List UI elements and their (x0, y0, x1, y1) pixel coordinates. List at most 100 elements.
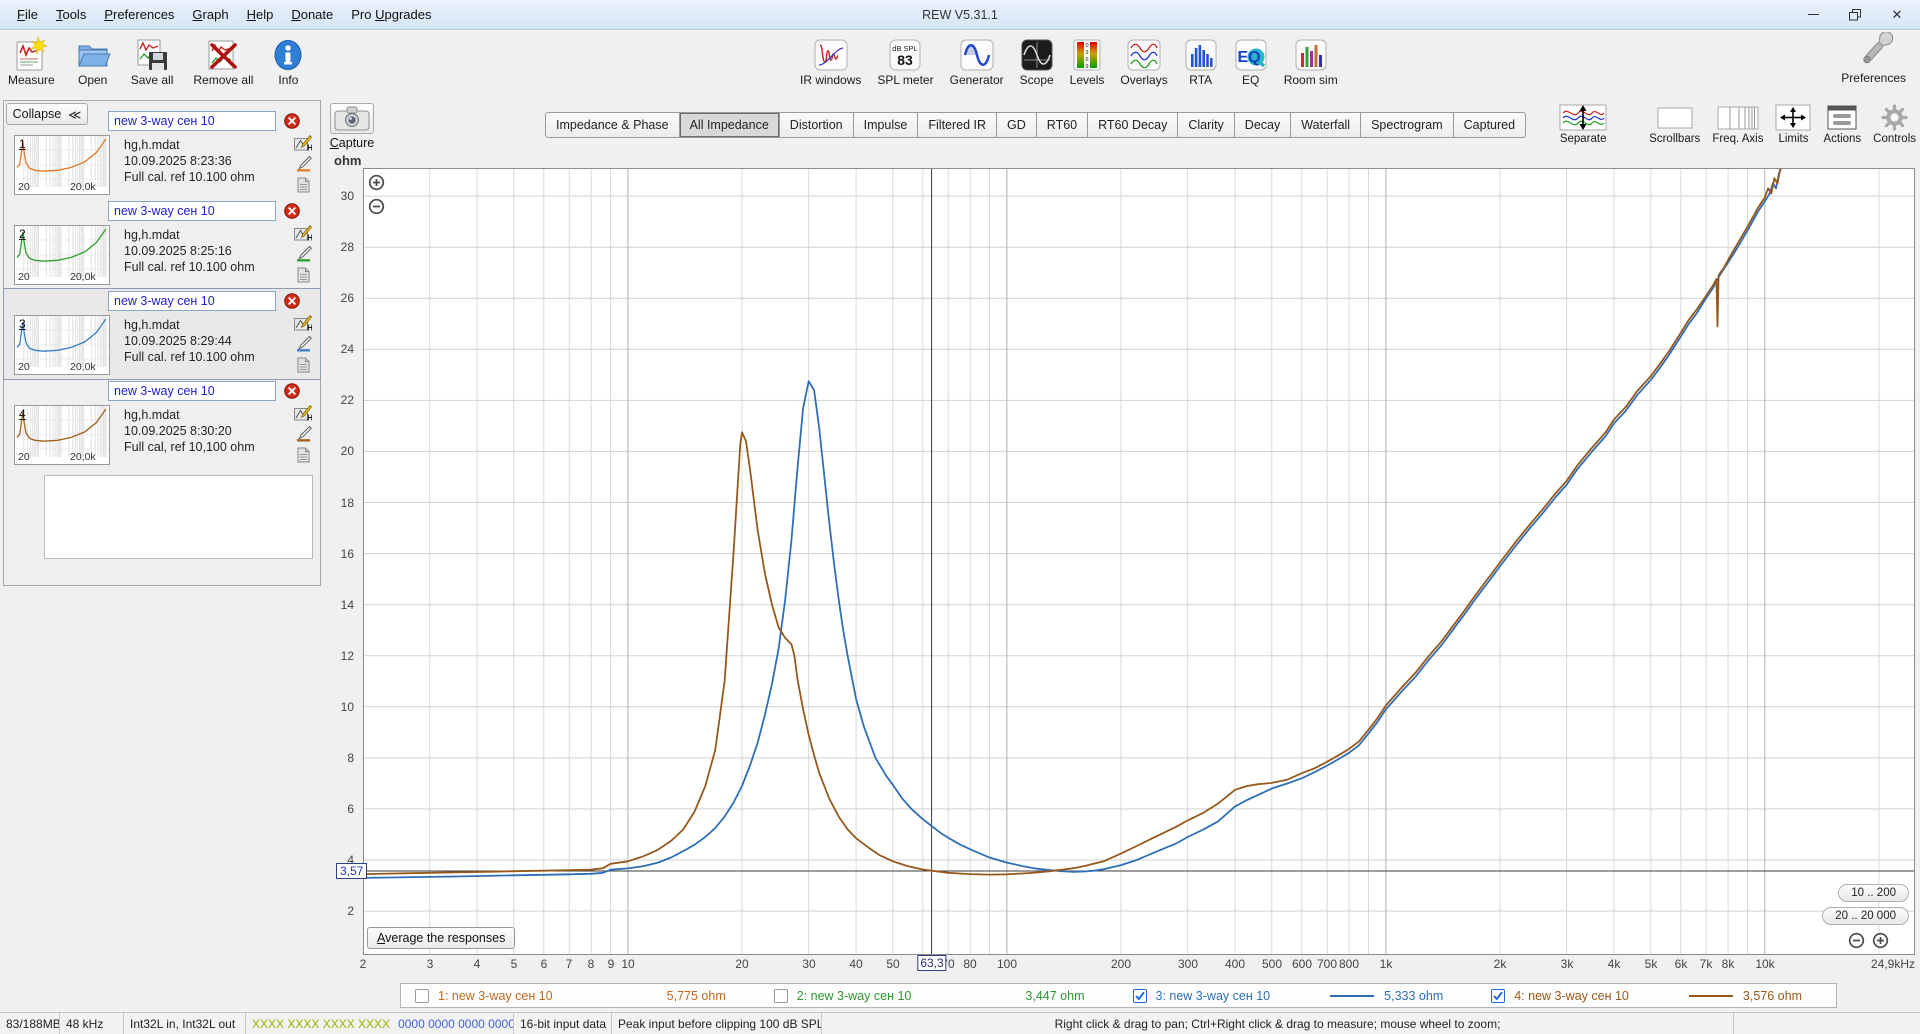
notes-icon[interactable] (296, 447, 311, 463)
x-tick-label: 2 (359, 957, 367, 971)
spl-meter-button[interactable]: dB SPL 83 SPL meter (877, 34, 934, 87)
menu-graph[interactable]: Graph (183, 7, 237, 22)
measurement-cal: Full cal, ref 10,100 ohm (124, 440, 255, 454)
tab-waterfall[interactable]: Waterfall (1291, 112, 1362, 138)
levels-button[interactable]: 0 3 6 9 Levels (1070, 34, 1104, 87)
close-button[interactable]: ✕ (1876, 0, 1918, 29)
measurement-item-3[interactable]: 3 20 20,0k hg,h.mdat 10.09.2025 8:29:44 Full … (3, 288, 321, 380)
minimize-button[interactable] (1792, 0, 1834, 29)
tab-filtered-ir[interactable]: Filtered IR (918, 112, 998, 138)
delete-measurement-button[interactable] (284, 383, 300, 399)
svg-text:0: 0 (1085, 43, 1088, 49)
measurement-file: hg,h.mdat (124, 228, 180, 242)
maximize-button[interactable] (1834, 0, 1876, 29)
tab-distortion[interactable]: Distortion (779, 112, 854, 138)
h-zoom-in-button[interactable] (1872, 932, 1889, 949)
legend-right: 3,447 ohm (1025, 989, 1084, 1003)
trace-settings-icon[interactable]: H (294, 315, 312, 331)
impedance-plot[interactable]: 10 .. 200 20 .. 20 000 Average the respo… (363, 168, 1915, 955)
x-tick-label: 20 (735, 957, 749, 971)
tab-spectrogram[interactable]: Spectrogram (1361, 112, 1454, 138)
measure-button[interactable]: Measure (8, 34, 55, 87)
toolbar-label: Generator (949, 73, 1004, 87)
save-all-button[interactable]: Save all (131, 34, 173, 87)
graph-control-buttons: Separate Scrollbars Freq. Axis Limits Action… (1559, 104, 1916, 145)
menu-file[interactable]: File (8, 7, 47, 22)
measurement-item-2[interactable]: 2 20 20,0k hg,h.mdat 10.09.2025 8:25:16 Full … (4, 199, 320, 289)
tab-clarity[interactable]: Clarity (1178, 112, 1235, 138)
freq-range-button[interactable]: 10 .. 200 (1838, 884, 1909, 902)
rta-button[interactable]: RTA (1184, 34, 1218, 87)
trace-visibility-checkbox[interactable] (773, 988, 788, 1003)
zoom-out-button[interactable] (368, 198, 385, 215)
open-button[interactable]: Open (75, 34, 111, 87)
measurement-name-input[interactable] (108, 291, 276, 311)
trace-color-pen-icon[interactable] (294, 156, 312, 172)
trace-settings-icon[interactable]: H (294, 135, 312, 151)
trace-visibility-checkbox[interactable] (1132, 988, 1147, 1003)
x-tick-label: 7k (1699, 957, 1713, 971)
measurement-item-1[interactable]: 1 20 20,0k hg,h.mdat 10.09.2025 8:23:36 Full … (4, 109, 320, 199)
toolbar-label: Room sim (1283, 73, 1338, 87)
thumb-freq-min: 20 (18, 181, 30, 193)
tab-impedance-phase[interactable]: Impedance & Phase (545, 112, 680, 138)
measurement-name-input[interactable] (108, 381, 276, 401)
measurement-name-input[interactable] (108, 111, 276, 131)
tab-captured[interactable]: Captured (1453, 112, 1527, 138)
menu-donate[interactable]: Donate (282, 7, 342, 22)
capture-button[interactable]: Capture (330, 103, 374, 150)
tab-decay[interactable]: Decay (1234, 112, 1292, 138)
menu-help[interactable]: Help (238, 7, 283, 22)
tab-all-impedance[interactable]: All Impedance (679, 112, 780, 138)
info-button[interactable]: Info (273, 34, 303, 87)
separate-button[interactable]: Separate (1559, 104, 1607, 145)
trace-visibility-checkbox[interactable] (1491, 988, 1506, 1003)
trace-color-pen-icon[interactable] (294, 426, 312, 442)
impedance-chart[interactable] (363, 168, 1915, 955)
tab-gd[interactable]: GD (997, 112, 1037, 138)
trace-color-pen-icon[interactable] (294, 336, 312, 352)
tab-rt60[interactable]: RT60 (1036, 112, 1089, 138)
thumb-freq-max: 20,0k (70, 181, 96, 193)
remove-all-button[interactable]: Remove all (193, 34, 253, 87)
measurement-name-row (108, 109, 300, 133)
overlays-button[interactable]: Overlays (1120, 34, 1168, 87)
menu-pro-upgrades[interactable]: Pro Upgrades (342, 7, 440, 22)
status-clipping: Peak input before clipping 100 dB SPL (612, 1013, 822, 1034)
room-sim-button[interactable]: Room sim (1284, 34, 1338, 87)
toolbar-label: Measure (8, 73, 55, 87)
delete-measurement-button[interactable] (284, 293, 300, 309)
full-range-button[interactable]: 20 .. 20 000 (1822, 907, 1909, 925)
notes-icon[interactable] (296, 267, 311, 283)
tab-rt60-decay[interactable]: RT60 Decay (1088, 112, 1179, 138)
notes-icon[interactable] (296, 357, 311, 373)
controls-button[interactable]: Controls (1873, 104, 1916, 145)
measurement-name-input[interactable] (108, 201, 276, 221)
menu-preferences[interactable]: Preferences (95, 7, 183, 22)
preferences-button[interactable]: Preferences (1841, 32, 1906, 85)
control-label: Actions (1823, 133, 1862, 145)
scrollbars-button[interactable]: Scrollbars (1649, 104, 1700, 145)
tab-impulse[interactable]: Impulse (853, 112, 919, 138)
scope-button[interactable]: Scope (1020, 34, 1054, 87)
h-zoom-out-button[interactable] (1848, 932, 1865, 949)
ir-windows-button[interactable]: IR windows (800, 34, 861, 87)
delete-measurement-button[interactable] (284, 203, 300, 219)
measurement-item-4[interactable]: 4 20 20,0k hg,h.mdat 10.09.2025 8:30:20 Full … (4, 379, 320, 469)
delete-measurement-button[interactable] (284, 113, 300, 129)
trace-settings-icon[interactable]: H (294, 405, 312, 421)
notes-icon[interactable] (296, 177, 311, 193)
trace-color-pen-icon[interactable] (294, 246, 312, 262)
freq-axis-button[interactable]: Freq. Axis (1712, 104, 1763, 145)
trace-settings-icon[interactable]: H (294, 225, 312, 241)
actions-button[interactable]: Actions (1823, 104, 1861, 145)
menu-tools[interactable]: Tools (47, 7, 95, 22)
limits-button[interactable]: Limits (1775, 104, 1811, 145)
measurement-cal: Full cal. ref 10.100 ohm (124, 350, 255, 364)
eq-button[interactable]: EQ EQ (1234, 34, 1268, 87)
generator-button[interactable]: Generator (950, 34, 1004, 87)
measurement-details: hg,h.mdat 10.09.2025 8:30:20 Full cal, ref… (124, 407, 255, 455)
average-responses-button[interactable]: Average the responses (367, 927, 516, 949)
zoom-in-button[interactable] (368, 174, 385, 191)
trace-visibility-checkbox[interactable] (415, 988, 429, 1003)
